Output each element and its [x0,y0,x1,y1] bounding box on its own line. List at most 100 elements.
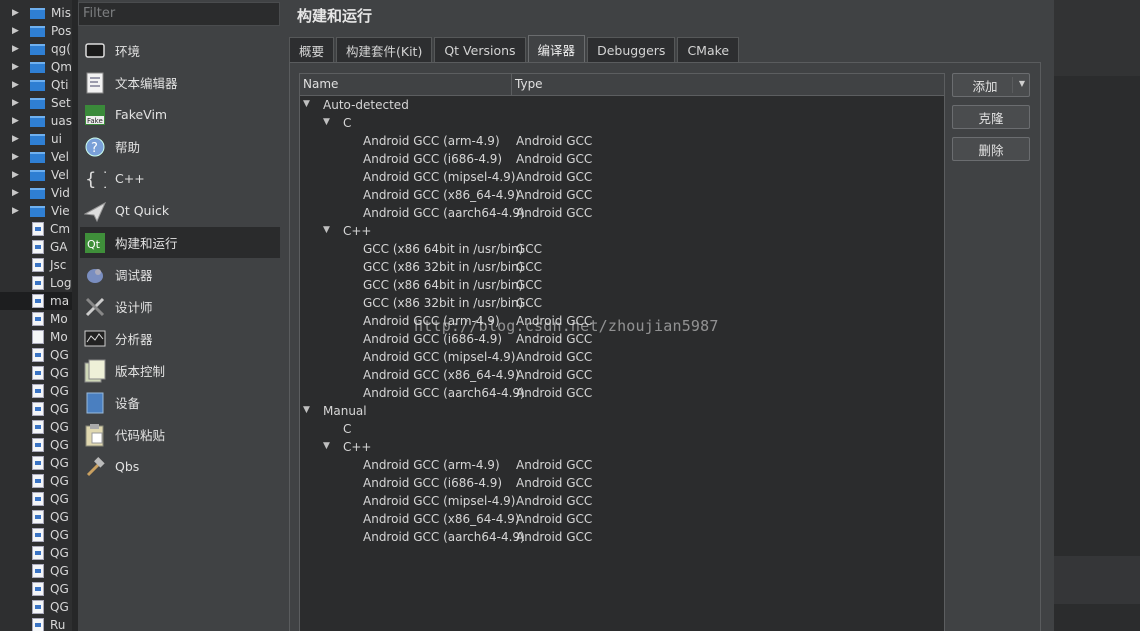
project-tree-item[interactable]: QG [0,508,72,526]
category-item[interactable]: 设计师 [80,291,280,322]
tree-group-row[interactable]: C [300,420,944,438]
tree-group-row[interactable]: ▼ C [300,114,944,132]
expand-arrow-icon[interactable]: ▶ [12,116,22,126]
tab[interactable]: Debuggers [587,37,676,62]
column-header-name[interactable]: Name [303,77,338,91]
tab[interactable]: CMake [677,37,740,62]
expand-toggle-icon[interactable]: ▼ [303,99,310,109]
expand-arrow-icon[interactable]: ▶ [12,152,22,162]
compiler-row[interactable]: Android GCC (mipsel-4.9) Android GCC [300,168,944,186]
column-header-type[interactable]: Type [515,77,543,91]
project-tree-item[interactable]: ▶ ui [0,130,72,148]
compiler-tree[interactable]: Name Type ▼ Auto-detected ▼ C Android GCC (a… [299,73,945,631]
project-tree-item[interactable]: QG [0,526,72,544]
project-tree-item[interactable]: ma [0,292,72,310]
project-tree-item[interactable]: QG [0,400,72,418]
category-item[interactable]: Qbs [80,451,280,482]
expand-arrow-icon[interactable]: ▶ [12,98,22,108]
project-tree-item[interactable]: ▶ Vid [0,184,72,202]
category-item[interactable]: 调试器 [80,259,280,290]
project-tree-item[interactable]: QG [0,364,72,382]
project-tree-item[interactable]: ▶ Vie [0,202,72,220]
project-tree-item[interactable]: GA [0,238,72,256]
compiler-row[interactable]: Android GCC (i686-4.9) Android GCC [300,150,944,168]
compiler-row[interactable]: Android GCC (x86_64-4.9) Android GCC [300,510,944,528]
compiler-row[interactable]: Android GCC (x86_64-4.9) Android GCC [300,366,944,384]
project-tree-item[interactable]: Cm [0,220,72,238]
tab[interactable]: 编译器 [527,35,586,62]
project-tree-item[interactable]: QG [0,490,72,508]
project-tree-item[interactable]: QG [0,580,72,598]
project-tree-item[interactable]: QG [0,436,72,454]
expand-arrow-icon[interactable]: ▶ [12,80,22,90]
compiler-row[interactable]: Android GCC (x86_64-4.9) Android GCC [300,186,944,204]
expand-arrow-icon[interactable]: ▶ [12,188,22,198]
project-tree-item[interactable]: ▶ Qm [0,58,72,76]
category-item[interactable]: Fake FakeVim [80,99,280,130]
category-item[interactable]: 版本控制 [80,355,280,386]
compiler-row[interactable]: GCC (x86 32bit in /usr/bin) GCC [300,258,944,276]
column-separator[interactable] [511,74,512,95]
project-tree-item[interactable]: Mo [0,328,72,346]
compiler-row[interactable]: GCC (x86 64bit in /usr/bin) GCC [300,240,944,258]
project-tree-item[interactable]: Jsc [0,256,72,274]
expand-toggle-icon[interactable]: ▼ [323,225,330,235]
project-tree-item[interactable]: QG [0,544,72,562]
category-item[interactable]: 分析器 [80,323,280,354]
tree-group-row[interactable]: ▼ C++ [300,438,944,456]
category-item[interactable]: Qt 构建和运行 [80,227,280,258]
expand-arrow-icon[interactable]: ▶ [12,134,22,144]
clone-button[interactable]: 克隆 [952,105,1030,129]
project-tree-item[interactable]: ▶ Pos [0,22,72,40]
project-tree-item[interactable]: QG [0,346,72,364]
expand-toggle-icon[interactable]: ▼ [303,405,310,415]
compiler-row[interactable]: Android GCC (aarch64-4.9) Android GCC [300,528,944,546]
project-tree-item[interactable]: ▶ Vel [0,166,72,184]
tab[interactable]: 构建套件(Kit) [336,37,433,62]
expand-arrow-icon[interactable]: ▶ [12,206,22,216]
expand-arrow-icon[interactable]: ▶ [12,62,22,72]
project-tree-item[interactable]: ▶ Set [0,94,72,112]
category-item[interactable]: Qt Quick [80,195,280,226]
expand-arrow-icon[interactable]: ▶ [12,170,22,180]
expand-arrow-icon[interactable]: ▶ [12,44,22,54]
project-tree-item[interactable]: Log [0,274,72,292]
filter-input[interactable]: Filter [78,2,280,26]
compiler-row[interactable]: Android GCC (i686-4.9) Android GCC [300,474,944,492]
category-item[interactable]: 环境 [80,35,280,66]
project-tree-item[interactable]: ▶ Vel [0,148,72,166]
project-tree-item[interactable]: QG [0,598,72,616]
expand-arrow-icon[interactable]: ▶ [12,26,22,36]
compiler-row[interactable]: GCC (x86 32bit in /usr/bin) GCC [300,294,944,312]
expand-toggle-icon[interactable]: ▼ [323,117,330,127]
category-item[interactable]: 设备 [80,387,280,418]
project-tree-item[interactable]: Mo [0,310,72,328]
tree-group-row[interactable]: ▼ C++ [300,222,944,240]
compiler-row[interactable]: Android GCC (mipsel-4.9) Android GCC [300,492,944,510]
expand-arrow-icon[interactable]: ▶ [12,8,22,18]
project-tree-item[interactable]: ▶ uas [0,112,72,130]
compiler-row[interactable]: Android GCC (aarch64-4.9) Android GCC [300,384,944,402]
category-item[interactable]: 文本编辑器 [80,67,280,98]
tree-group-row[interactable]: ▼ Auto-detected [300,96,944,114]
compiler-row[interactable]: Android GCC (arm-4.9) Android GCC [300,132,944,150]
tab[interactable]: 概要 [289,37,335,62]
project-tree-item[interactable]: QG [0,472,72,490]
expand-toggle-icon[interactable]: ▼ [323,441,330,451]
compiler-row[interactable]: GCC (x86 64bit in /usr/bin) GCC [300,276,944,294]
compiler-row[interactable]: Android GCC (arm-4.9) Android GCC [300,456,944,474]
dropdown-arrow-icon[interactable]: ▼ [1019,79,1025,88]
add-button[interactable]: 添加 ▼ [952,73,1030,97]
project-tree-item[interactable]: ▶ Qti [0,76,72,94]
tree-group-row[interactable]: ▼ Manual [300,402,944,420]
project-tree-item[interactable]: ▶ Mis [0,4,72,22]
project-tree-item[interactable]: QG [0,418,72,436]
compiler-row[interactable]: Android GCC (aarch64-4.9) Android GCC [300,204,944,222]
project-tree-item[interactable]: QG [0,562,72,580]
category-item[interactable]: { } C++ [80,163,280,194]
compiler-row[interactable]: Android GCC (mipsel-4.9) Android GCC [300,348,944,366]
project-tree-item[interactable]: QG [0,382,72,400]
delete-button[interactable]: 删除 [952,137,1030,161]
category-item[interactable]: 代码粘贴 [80,419,280,450]
category-item[interactable]: ? 帮助 [80,131,280,162]
